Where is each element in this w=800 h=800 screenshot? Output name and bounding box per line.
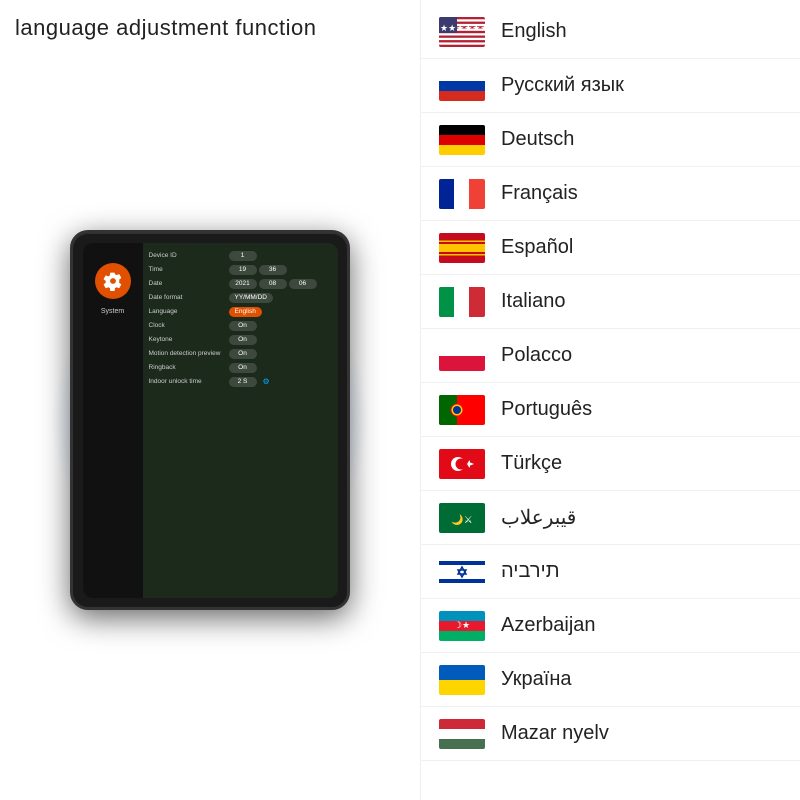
language-name-ukrainian: Україна bbox=[501, 668, 572, 691]
flag-sa: 🌙⚔ bbox=[439, 503, 485, 533]
language-item-mazar[interactable]: Mazar nyelv bbox=[421, 707, 800, 761]
page-title: language adjustment function bbox=[15, 15, 316, 41]
language-item-spanish[interactable]: Español bbox=[421, 221, 800, 275]
value-language: English bbox=[229, 307, 262, 317]
flag-es bbox=[439, 233, 485, 263]
language-name-italian: Italiano bbox=[501, 290, 566, 313]
flag-il bbox=[439, 557, 485, 587]
language-item-hebrew[interactable]: תירביה bbox=[421, 545, 800, 599]
language-name-portuguese: Português bbox=[501, 398, 592, 421]
value-time-m: 36 bbox=[259, 265, 287, 275]
flag-ua bbox=[439, 665, 485, 695]
language-list-panel: ★★★★★★★★★★★★★★★★★★★★★★★★★★★★★★★★★★★★★★★★… bbox=[420, 0, 800, 800]
unlock-icon: ⚙ bbox=[263, 377, 270, 386]
label-dateformat: Date format bbox=[149, 294, 229, 301]
label-time: Time bbox=[149, 266, 229, 273]
language-item-russian[interactable]: Русский язык bbox=[421, 59, 800, 113]
system-icon bbox=[95, 263, 131, 299]
value-unlock: 2 S bbox=[229, 377, 257, 387]
label-ringback: Ringback bbox=[149, 364, 229, 371]
language-item-ukrainian[interactable]: Україна bbox=[421, 653, 800, 707]
language-item-french[interactable]: Français bbox=[421, 167, 800, 221]
language-item-turkish[interactable]: Türkçe bbox=[421, 437, 800, 491]
svg-text:☽★: ☽★ bbox=[454, 620, 470, 630]
language-item-english[interactable]: ★★★★★★★★★★★★★★★★★★★★★★★★★★★★★★★★★★★★★★★★… bbox=[421, 5, 800, 59]
tablet-row-date: Date 2021 08 06 bbox=[149, 279, 332, 289]
system-label: System bbox=[101, 308, 124, 315]
flag-it bbox=[439, 287, 485, 317]
value-date-m: 08 bbox=[259, 279, 287, 289]
language-item-arabic[interactable]: 🌙⚔ قيبرعلاب bbox=[421, 491, 800, 545]
label-deviceid: Device ID bbox=[149, 252, 229, 259]
tablet-row-motion: Motion detection preview On bbox=[149, 349, 332, 359]
tablet-row-unlock: Indoor unlock time 2 S ⚙ bbox=[149, 377, 332, 387]
value-deviceid: 1 bbox=[229, 251, 257, 261]
flag-tr bbox=[439, 449, 485, 479]
tablet-row-time: Time 19 36 bbox=[149, 265, 332, 275]
tablet-row-ringback: Ringback On bbox=[149, 363, 332, 373]
language-name-azerbaijan: Azerbaijan bbox=[501, 614, 596, 637]
label-date: Date bbox=[149, 280, 229, 287]
value-clock: On bbox=[229, 321, 257, 331]
language-item-italian[interactable]: Italiano bbox=[421, 275, 800, 329]
tablet-row-deviceid: Device ID 1 bbox=[149, 251, 332, 261]
value-date-y: 2021 bbox=[229, 279, 257, 289]
flag-fr bbox=[439, 179, 485, 209]
tablet-row-clock: Clock On bbox=[149, 321, 332, 331]
device-illustration: System Device ID 1 Time 19 36 bbox=[20, 80, 400, 760]
label-language: Language bbox=[149, 308, 229, 315]
language-item-german[interactable]: Deutsch bbox=[421, 113, 800, 167]
language-item-azerbaijan[interactable]: ☽★ Azerbaijan bbox=[421, 599, 800, 653]
tablet-content: Device ID 1 Time 19 36 Date 2021 08 06 bbox=[143, 243, 338, 598]
flag-pt bbox=[439, 395, 485, 425]
tablet-device: System Device ID 1 Time 19 36 bbox=[70, 230, 350, 610]
flag-de bbox=[439, 125, 485, 155]
tablet-screen: System Device ID 1 Time 19 36 bbox=[83, 243, 338, 598]
svg-text:🌙⚔: 🌙⚔ bbox=[451, 513, 472, 526]
flag-az: ☽★ bbox=[439, 611, 485, 641]
value-keytone: On bbox=[229, 335, 257, 345]
language-name-arabic: قيبرعلاب bbox=[501, 505, 576, 530]
language-item-polish[interactable]: Polacco bbox=[421, 329, 800, 383]
tablet-row-keytone: Keytone On bbox=[149, 335, 332, 345]
language-name-french: Français bbox=[501, 182, 578, 205]
label-unlock: Indoor unlock time bbox=[149, 378, 229, 385]
value-ringback: On bbox=[229, 363, 257, 373]
value-date-d: 06 bbox=[289, 279, 317, 289]
value-motion: On bbox=[229, 349, 257, 359]
label-keytone: Keytone bbox=[149, 336, 229, 343]
language-name-english: English bbox=[501, 20, 567, 43]
label-clock: Clock bbox=[149, 322, 229, 329]
language-name-mazar: Mazar nyelv bbox=[501, 722, 609, 745]
language-name-german: Deutsch bbox=[501, 128, 574, 151]
flag-us: ★★★★★★★★★★★★★★★★★★★★★★★★★★★★★★★★★★★★★★★★… bbox=[439, 17, 485, 47]
value-time-h: 19 bbox=[229, 265, 257, 275]
tablet-sidebar: System bbox=[83, 243, 143, 598]
flag-hu bbox=[439, 719, 485, 749]
flag-ru bbox=[439, 71, 485, 101]
language-name-russian: Русский язык bbox=[501, 74, 624, 97]
language-name-polish: Polacco bbox=[501, 344, 572, 367]
gear-icon bbox=[103, 271, 123, 291]
tablet-row-dateformat: Date format YY/MM/DD bbox=[149, 293, 332, 303]
language-name-hebrew: תירביה bbox=[501, 560, 560, 583]
left-panel: language adjustment function System bbox=[0, 0, 420, 800]
language-name-turkish: Türkçe bbox=[501, 452, 562, 475]
flag-pl bbox=[439, 341, 485, 371]
label-motion: Motion detection preview bbox=[149, 350, 229, 357]
language-name-spanish: Español bbox=[501, 236, 573, 259]
tablet-row-language: Language English bbox=[149, 307, 332, 317]
value-dateformat: YY/MM/DD bbox=[229, 293, 274, 303]
language-item-portuguese[interactable]: Português bbox=[421, 383, 800, 437]
svg-text:★★★★★★★★★★★★★★★★★★★★★★★★★★★★★★: ★★★★★★★★★★★★★★★★★★★★★★★★★★★★★★★★★★★★★★★★… bbox=[440, 23, 485, 33]
